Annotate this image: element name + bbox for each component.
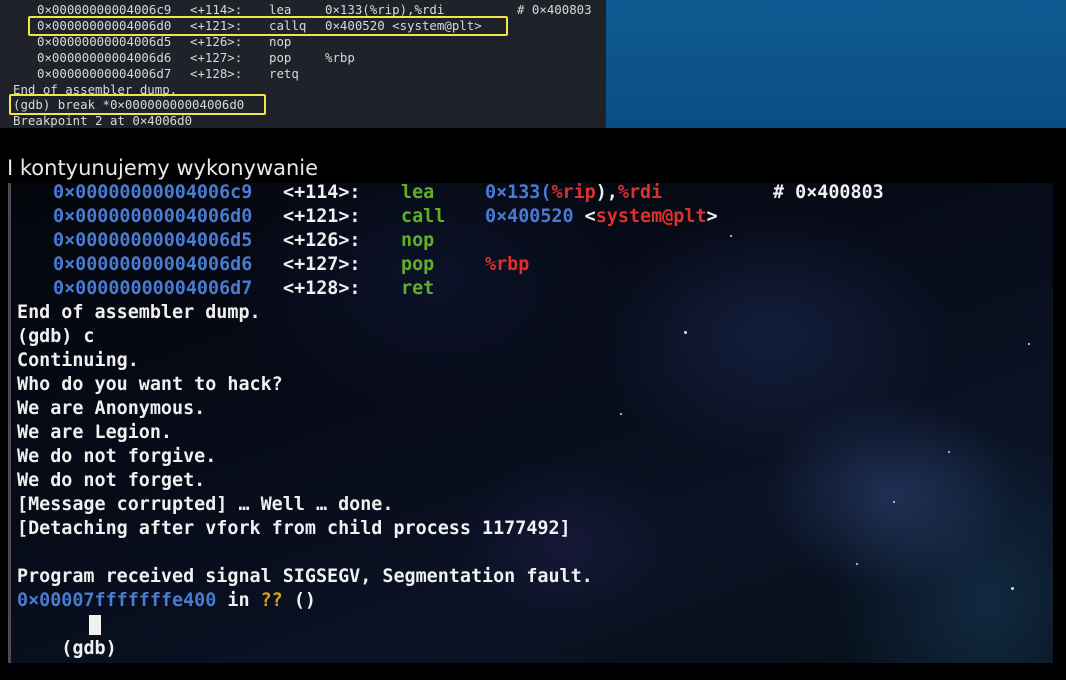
top-asm-mnemonic: nop	[269, 34, 292, 49]
gdb-terminal[interactable]: 0×00000000004006c9 <+114>: lea 0×133(%ri…	[8, 183, 1053, 663]
output-line: Program received signal SIGSEGV, Segment…	[17, 566, 593, 587]
asm-comment: # 0×400803	[773, 183, 884, 203]
top-asm-comment: # 0×400803	[517, 2, 592, 17]
asm-offset: <+114>:	[283, 183, 361, 203]
top-breakpoint-set-line: Breakpoint 2 at 0×4006d0	[13, 113, 193, 128]
asm-operands: 0×133(%rip),%rdi	[485, 183, 662, 205]
output-line: [Detaching after vfork from child proces…	[17, 518, 571, 539]
star	[1011, 587, 1014, 590]
prompt-line[interactable]: (gdb)	[17, 613, 128, 659]
top-asm-offset: <+127>:	[190, 50, 243, 65]
top-asm-operands: %rbp	[325, 50, 355, 65]
asm-operand-register: %rip	[551, 183, 596, 203]
top-asm-mnemonic: retq	[269, 66, 299, 81]
asm-address: 0×00000000004006d0	[53, 206, 253, 227]
star	[948, 451, 950, 453]
top-asm-address: 0×00000000004006c9	[37, 2, 172, 17]
asm-operand-punct: ),	[595, 183, 618, 203]
output-line: We are Anonymous.	[17, 398, 206, 419]
asm-operand-number: 0×400520	[485, 206, 574, 227]
highlight-call-instruction	[28, 16, 508, 36]
asm-offset: <+121>:	[283, 206, 361, 227]
output-line: We are Legion.	[17, 422, 173, 443]
asm-operand-number: 0×133(	[485, 183, 552, 203]
fault-address: 0×00007fffffffe400	[17, 590, 217, 611]
star	[856, 563, 858, 565]
asm-offset: <+127>:	[283, 254, 361, 275]
asm-address: 0×00000000004006c9	[53, 183, 253, 203]
asm-row: 0×00000000004006d0 <+121>: call 0×400520…	[17, 205, 718, 229]
fault-function: ??	[260, 590, 283, 611]
output-line: (gdb) c	[17, 326, 95, 347]
asm-operands: 0×400520 <system@plt>	[485, 205, 718, 229]
top-asm-address: 0×00000000004006d5	[37, 34, 172, 49]
fault-in-text: in	[216, 590, 261, 611]
output-line: We do not forgive.	[17, 446, 217, 467]
asm-mnemonic: call	[401, 206, 446, 227]
star	[620, 413, 622, 415]
output-line: Who do you want to hack?	[17, 374, 283, 395]
output-line: End of assembler dump.	[17, 302, 261, 323]
asm-address: 0×00000000004006d5	[53, 230, 253, 251]
asm-mnemonic: lea	[401, 183, 435, 203]
asm-address: 0×00000000004006d7	[53, 278, 253, 299]
asm-operand-register: %rdi	[617, 183, 663, 203]
top-asm-address: 0×00000000004006d7	[37, 66, 172, 81]
asm-mnemonic: nop	[401, 230, 435, 251]
text-cursor	[89, 615, 101, 635]
fault-location-line: 0×00007fffffffe400 in ?? ()	[17, 589, 316, 613]
top-asm-operands: 0×133(%rip),%rdi	[325, 2, 445, 17]
asm-row: 0×00000000004006d7 <+128>: ret	[17, 277, 434, 301]
output-line: Continuing.	[17, 350, 139, 371]
star	[730, 235, 732, 237]
star	[893, 501, 895, 503]
asm-offset: <+126>:	[283, 230, 361, 251]
asm-operand-register: %rbp	[485, 254, 530, 275]
top-terminal-screenshot: 0×00000000004006c9 <+114>: lea 0×133(%ri…	[0, 0, 606, 128]
output-line: We do not forget.	[17, 470, 206, 491]
asm-mnemonic: pop	[401, 254, 435, 275]
asm-operand-punct: >	[706, 206, 718, 227]
output-line: [Message corrupted] … Well … done.	[17, 494, 394, 515]
asm-row: 0×00000000004006c9 <+114>: lea 0×133(%ri…	[17, 183, 884, 205]
fault-args: ()	[282, 590, 316, 611]
desktop-background	[606, 0, 1066, 128]
asm-operand-punct: <	[573, 206, 596, 227]
top-asm-offset: <+126>:	[190, 34, 243, 49]
caption-text: I kontyunujemy wykonywanie	[7, 156, 319, 180]
top-asm-offset: <+128>:	[190, 66, 243, 81]
asm-mnemonic: ret	[401, 278, 435, 299]
highlight-break-command	[9, 94, 266, 115]
asm-address: 0×00000000004006d6	[53, 254, 253, 275]
gdb-prompt: (gdb)	[61, 638, 128, 659]
top-asm-mnemonic: pop	[269, 50, 292, 65]
top-asm-address: 0×00000000004006d6	[37, 50, 172, 65]
top-asm-mnemonic: lea	[269, 2, 292, 17]
asm-row: 0×00000000004006d5 <+126>: nop	[17, 229, 434, 253]
asm-row: 0×00000000004006d6 <+127>: pop %rbp	[17, 253, 529, 277]
star	[684, 331, 687, 334]
asm-operand-symbol: system@plt	[595, 206, 707, 227]
asm-offset: <+128>:	[283, 278, 361, 299]
star	[1028, 343, 1030, 345]
top-asm-offset: <+114>:	[190, 2, 243, 17]
